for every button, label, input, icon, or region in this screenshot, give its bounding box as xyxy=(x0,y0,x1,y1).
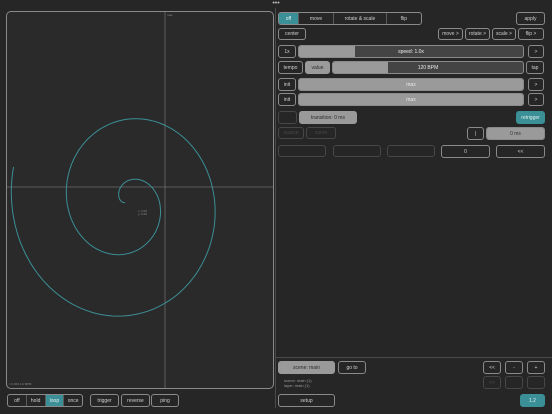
loop-mode-hold[interactable]: hold xyxy=(25,395,45,406)
mode-segment-move[interactable]: move xyxy=(297,13,333,24)
setup-button[interactable]: setup xyxy=(278,394,335,407)
placeholder-button-2 xyxy=(333,145,381,157)
ping-button[interactable]: ping xyxy=(151,394,179,407)
flip-menu-button[interactable]: flip > xyxy=(518,28,544,40)
reverse-button[interactable]: reverse xyxy=(121,394,150,407)
transition-button[interactable]: transition: 0 ms xyxy=(299,111,357,124)
canvas-bottom-label: t: 0.000 1.0 BPM xyxy=(9,382,32,386)
x-init-button[interactable]: init xyxy=(278,78,296,91)
scene-name-button[interactable]: scene: main xyxy=(278,361,335,374)
panel-divider xyxy=(275,8,276,408)
scale-menu-button[interactable]: scale > xyxy=(492,28,516,40)
scene-info-line2: layer: main (1) xyxy=(284,383,310,388)
xy-canvas[interactable]: max x: 0.00 y: 0.00 t: 0.000 1.0 BPM xyxy=(6,11,274,389)
value-button[interactable]: value xyxy=(305,61,330,74)
center-button[interactable]: center xyxy=(278,28,306,40)
mode-segmented-control[interactable]: off move rotate & scale flip xyxy=(278,12,422,25)
canvas-center-text: x: 0.00 y: 0.00 xyxy=(138,209,148,217)
apply-button[interactable]: apply xyxy=(516,12,545,25)
loop-mode-loop[interactable]: loop xyxy=(44,395,64,406)
retrigger-button[interactable]: retrigger xyxy=(516,111,545,124)
rotate-menu-button[interactable]: rotate > xyxy=(465,28,490,40)
scene-minus-button[interactable]: - xyxy=(505,361,523,374)
move-menu-button[interactable]: move > xyxy=(438,28,463,40)
tap-button[interactable]: tap xyxy=(526,61,544,74)
y-init-button[interactable]: init xyxy=(278,93,296,106)
speed-multiplier-button[interactable]: 1x xyxy=(278,45,296,58)
scene-dim-button-3 xyxy=(527,376,545,389)
transition-left-placeholder xyxy=(278,111,297,124)
curve-button[interactable]: curve xyxy=(306,127,336,139)
speed-slider-label: speed: 1.0x xyxy=(398,48,424,55)
canvas-svg xyxy=(7,12,273,388)
bpm-slider[interactable]: 120 BPM xyxy=(332,61,524,74)
mode-segment-off[interactable]: off xyxy=(279,13,298,24)
placeholder-button-1 xyxy=(278,145,326,157)
trajectory-curve xyxy=(10,118,216,317)
duration-label: 0 ms xyxy=(510,130,521,137)
loop-mode-segmented[interactable]: off hold loop once xyxy=(7,394,83,407)
speed-slider[interactable]: speed: 1.0x xyxy=(298,45,524,58)
rewind-button[interactable]: << xyxy=(496,145,545,158)
canvas-top-label: max xyxy=(167,13,173,17)
x-range-slider[interactable]: max xyxy=(298,78,524,91)
mode-segment-rotate-scale[interactable]: rotate & scale xyxy=(333,13,385,24)
y-arrow-button[interactable]: > xyxy=(528,93,544,106)
goto-button[interactable]: go to xyxy=(338,361,366,374)
scene-dim-button-1[interactable]: << xyxy=(483,376,501,389)
canvas-center-label: x: 0.00 y: 0.00 xyxy=(138,209,148,217)
bpm-slider-label: 120 BPM xyxy=(417,64,439,71)
loop-mode-off[interactable]: off xyxy=(8,395,26,406)
placeholder-button-3 xyxy=(387,145,435,157)
zero-button[interactable]: 0 xyxy=(441,145,490,158)
y-range-slider[interactable]: max xyxy=(298,93,524,106)
speed-arrow-button[interactable]: > xyxy=(528,45,544,58)
source-button[interactable]: source xyxy=(278,127,304,139)
version-button[interactable]: 1.2 xyxy=(520,394,545,407)
duration-arrow-button[interactable]: | xyxy=(467,127,484,140)
tempo-button[interactable]: tempo xyxy=(278,61,303,74)
scene-plus-button[interactable]: + xyxy=(527,361,545,374)
window-dots: ••• xyxy=(272,0,280,7)
mode-segment-flip[interactable]: flip xyxy=(385,13,421,24)
trigger-button[interactable]: trigger xyxy=(90,394,119,407)
duration-slider[interactable]: 0 ms xyxy=(486,127,545,140)
x-range-label: max xyxy=(406,81,416,88)
scene-divider xyxy=(276,357,552,358)
x-arrow-button[interactable]: > xyxy=(528,78,544,91)
scene-prev-button[interactable]: << xyxy=(483,361,501,374)
scene-dim-button-2 xyxy=(505,376,523,389)
y-range-label: max xyxy=(406,96,416,103)
loop-mode-once[interactable]: once xyxy=(63,395,82,406)
